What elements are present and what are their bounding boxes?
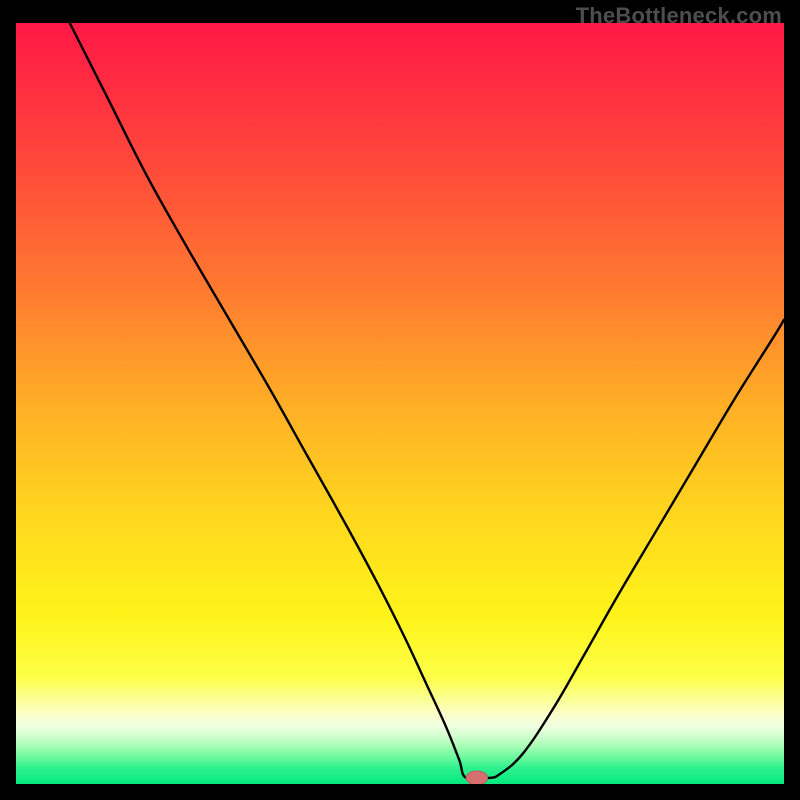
chart-svg [16,23,784,784]
optimal-marker [466,771,488,784]
chart-stage: TheBottleneck.com [0,0,800,800]
plot-area [16,23,784,784]
gradient-background [16,23,784,784]
